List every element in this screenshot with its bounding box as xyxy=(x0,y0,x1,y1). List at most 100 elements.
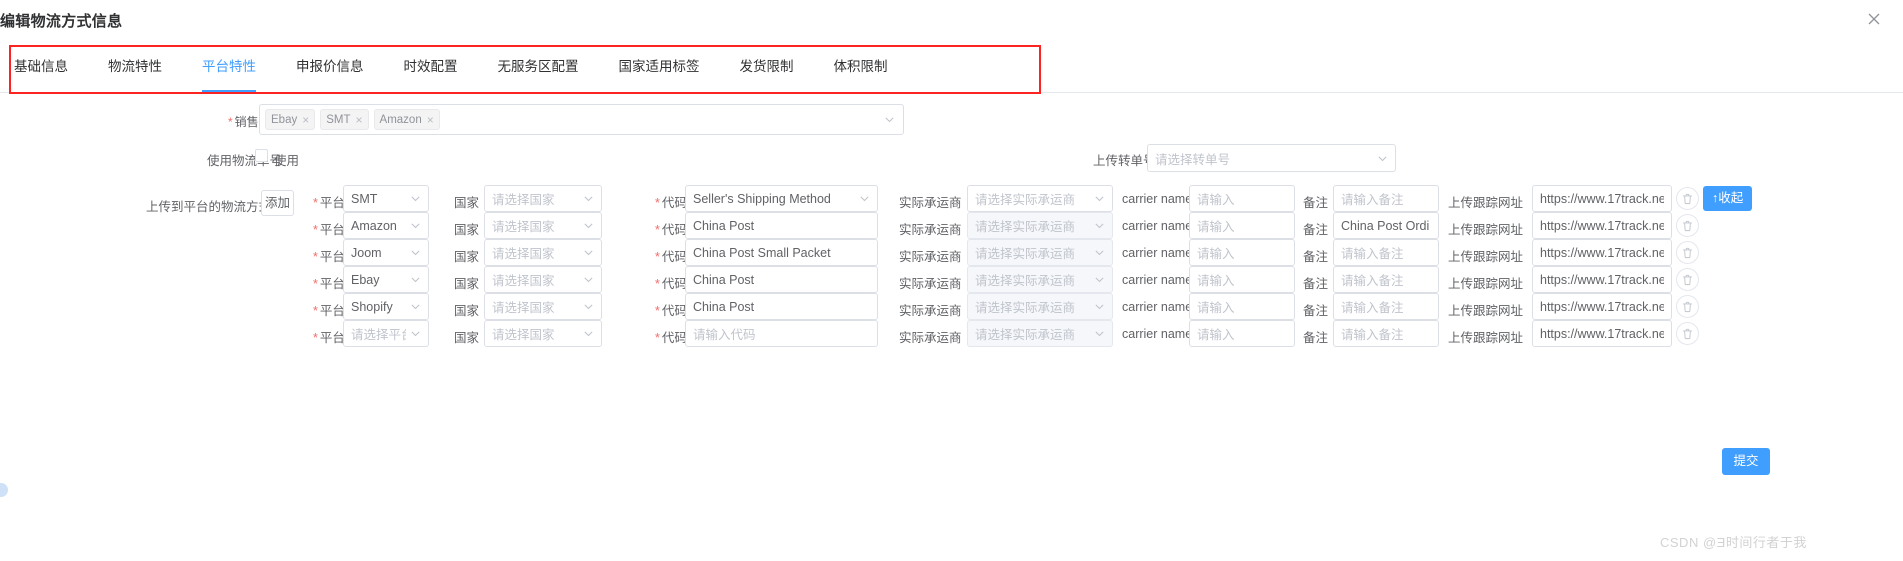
platform-label-text: 平台 xyxy=(319,277,345,291)
country-select[interactable]: 请选择国家 xyxy=(484,212,602,239)
required-star: * xyxy=(313,250,318,264)
code-input[interactable]: China Post xyxy=(685,266,878,293)
code-input[interactable]: Seller's Shipping Method xyxy=(685,185,878,212)
trash-icon[interactable] xyxy=(1676,241,1699,264)
tab-7[interactable]: 发货限制 xyxy=(720,42,814,92)
sales-channel-chip-1[interactable]: SMT × xyxy=(320,109,369,130)
country-select[interactable]: 请选择国家 xyxy=(484,266,602,293)
carrier-name-input[interactable]: 请输入 xyxy=(1189,320,1295,347)
use-waybill-checkbox[interactable] xyxy=(255,149,268,162)
platform-select[interactable]: Amazon xyxy=(343,212,429,239)
code-input[interactable]: China Post xyxy=(685,293,878,320)
country-label: 国家 xyxy=(454,246,479,265)
platform-select[interactable]: Joom xyxy=(343,239,429,266)
remark-input[interactable]: 请输入备注 xyxy=(1333,320,1439,347)
carrier-name-input[interactable]: 请输入 xyxy=(1189,239,1295,266)
platform-select-value: Shopify xyxy=(351,299,393,314)
tab-1[interactable]: 物流特性 xyxy=(88,42,182,92)
country-select-value: 请选择国家 xyxy=(492,193,555,207)
carrier-name-label: carrier name xyxy=(1122,192,1192,206)
code-label: * 代码 xyxy=(655,273,687,292)
trash-icon[interactable] xyxy=(1676,295,1699,318)
carrier-name-input[interactable]: 请输入 xyxy=(1189,185,1295,212)
tracking-url-input[interactable]: https://www.17track.net/zh- xyxy=(1532,212,1672,239)
country-select[interactable]: 请选择国家 xyxy=(484,320,602,347)
tab-3[interactable]: 申报价信息 xyxy=(276,42,384,92)
trash-icon[interactable] xyxy=(1676,214,1699,237)
remark-input[interactable]: 请输入备注 xyxy=(1333,239,1439,266)
tracking-url-input[interactable]: https://www.17track.net/zh- xyxy=(1532,266,1672,293)
carrier-name-input[interactable]: 请输入 xyxy=(1189,212,1295,239)
tab-0[interactable]: 基础信息 xyxy=(0,42,88,92)
sales-channel-chip-2[interactable]: Amazon × xyxy=(373,109,440,130)
actual-carrier-select: 请选择实际承运商 xyxy=(967,266,1113,293)
platform-label: * 平台 xyxy=(313,300,345,319)
sales-channel-chip-0[interactable]: Ebay × xyxy=(265,109,316,130)
close-icon[interactable] xyxy=(1863,8,1885,30)
code-input-value: Seller's Shipping Method xyxy=(693,191,831,206)
tracking-url-label-text: 上传跟踪网址 xyxy=(1448,223,1524,237)
remark-input-value: 请输入备注 xyxy=(1341,301,1404,315)
chip-remove-icon[interactable]: × xyxy=(302,114,309,126)
trash-icon[interactable] xyxy=(1676,187,1699,210)
code-label: * 代码 xyxy=(655,327,687,346)
tab-2[interactable]: 平台特性 xyxy=(182,42,276,92)
code-label-text: 代码 xyxy=(661,304,687,318)
table-row: * 平台 Amazon 国家 请选择国家 * 代码 China Post 实际承运商 请选择实际承… xyxy=(0,212,1903,239)
tracking-url-input[interactable]: https://www.17track.net/zh- xyxy=(1532,293,1672,320)
carrier-name-input[interactable]: 请输入 xyxy=(1189,293,1295,320)
sales-channel-select[interactable]: Ebay × SMT × Amazon × xyxy=(259,104,904,135)
collapse-button[interactable]: ↑收起 xyxy=(1703,186,1753,211)
remark-label: 备注 xyxy=(1303,327,1328,346)
country-select[interactable]: 请选择国家 xyxy=(484,239,602,266)
actual-carrier-select[interactable]: 请选择实际承运商 xyxy=(967,185,1113,212)
code-input[interactable]: 请输入代码 xyxy=(685,320,878,347)
upload-transfer-no-select[interactable]: 请选择转单号 xyxy=(1147,144,1396,172)
code-input[interactable]: China Post Small Packet xyxy=(685,239,878,266)
tab-8[interactable]: 体积限制 xyxy=(814,42,908,92)
chevron-down-icon xyxy=(1090,274,1105,285)
watermark: CSDN @Ǝ时间行者于我 xyxy=(1660,535,1807,550)
country-select-value: 请选择国家 xyxy=(492,220,555,234)
required-star: * xyxy=(228,115,233,129)
platform-select[interactable]: Shopify xyxy=(343,293,429,320)
platform-select[interactable]: 请选择平台 xyxy=(343,320,429,347)
trash-icon[interactable] xyxy=(1676,322,1699,345)
tracking-url-label: 上传跟踪网址 xyxy=(1448,246,1523,265)
tracking-url-input[interactable]: https://www.17track.net/zh- xyxy=(1532,185,1672,212)
platform-select[interactable]: SMT xyxy=(343,185,429,212)
country-select[interactable]: 请选择国家 xyxy=(484,185,602,212)
chip-remove-icon[interactable]: × xyxy=(427,114,434,126)
page-title: 编辑物流方式信息 xyxy=(0,13,123,30)
tab-6[interactable]: 国家适用标签 xyxy=(599,42,720,92)
trash-icon[interactable] xyxy=(1676,268,1699,291)
table-row: * 平台 SMT 国家 请选择国家 * 代码 Seller's Shipping Method… xyxy=(0,185,1903,212)
chip-remove-icon[interactable]: × xyxy=(356,114,363,126)
remark-input[interactable]: 请输入备注 xyxy=(1333,293,1439,320)
code-input[interactable]: China Post xyxy=(685,212,878,239)
tracking-url-input[interactable]: https://www.17track.net/zh- xyxy=(1532,320,1672,347)
remark-input[interactable]: China Post Ordi xyxy=(1333,212,1439,239)
required-star: * xyxy=(313,277,318,291)
code-input-value: China Post xyxy=(693,272,755,287)
actual-carrier-select-value: 请选择实际承运商 xyxy=(975,193,1076,207)
carrier-name-input-value: 请输入 xyxy=(1197,301,1235,315)
chip-label: Amazon xyxy=(379,113,422,126)
platform-label-text: 平台 xyxy=(319,250,345,264)
remark-input[interactable]: 请输入备注 xyxy=(1333,185,1439,212)
platform-select[interactable]: Ebay xyxy=(343,266,429,293)
code-label: * 代码 xyxy=(655,219,687,238)
tracking-url-input[interactable]: https://www.17track.net/zh- xyxy=(1532,239,1672,266)
submit-button[interactable]: 提交 xyxy=(1722,448,1770,475)
tab-4[interactable]: 时效配置 xyxy=(384,42,478,92)
carrier-name-input[interactable]: 请输入 xyxy=(1189,266,1295,293)
actual-carrier-label-text: 实际承运商 xyxy=(899,223,962,237)
remark-input[interactable]: 请输入备注 xyxy=(1333,266,1439,293)
tab-5[interactable]: 无服务区配置 xyxy=(478,42,599,92)
actual-carrier-label-text: 实际承运商 xyxy=(899,250,962,264)
chip-label: Ebay xyxy=(271,113,298,126)
tab-label: 申报价信息 xyxy=(296,59,364,74)
use-waybill-checkbox-label: 使用 xyxy=(274,154,300,168)
code-input-value: China Post xyxy=(693,218,755,233)
country-select[interactable]: 请选择国家 xyxy=(484,293,602,320)
